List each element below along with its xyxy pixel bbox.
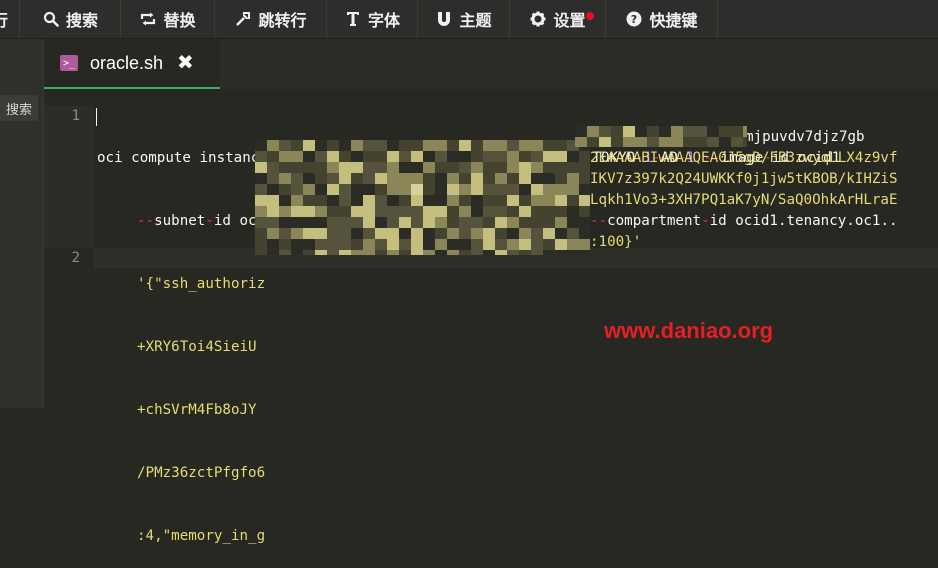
tab-oracle-sh[interactable]: >_ oracle.sh ✖ bbox=[44, 39, 220, 89]
code-line-wrap-5: /PMz36zctPfgfo6 bbox=[137, 465, 266, 481]
tab-bar: >_ oracle.sh ✖ bbox=[44, 39, 938, 89]
settings-label-wrap: 设置 bbox=[553, 7, 594, 31]
sidebar-search-tab[interactable]: 搜索 bbox=[0, 95, 38, 121]
code-line-wrap-3: +XRY6Toi4SieiU bbox=[137, 339, 257, 355]
search-button-label: 搜索 bbox=[65, 11, 98, 30]
line-number-2: 2 bbox=[71, 250, 80, 266]
font-button-label: 字体 bbox=[367, 11, 400, 30]
code-fragment-r5: --compartment-id ocid1.tenancy.oc1.. bbox=[590, 213, 898, 229]
line-number-1: 1 bbox=[71, 108, 80, 124]
sidebar-search-label: 搜索 bbox=[5, 102, 32, 118]
toolbar-item-partial[interactable]: 行 bbox=[0, 0, 20, 38]
toolbar: 行 搜索 替换 跳转行 字体 主题 设置 ? 快捷键 bbox=[0, 0, 938, 39]
code-fragment-r1: mjpuvdv7djz7gb bbox=[745, 129, 865, 145]
notification-dot bbox=[585, 12, 594, 20]
theme-button[interactable]: 主题 bbox=[418, 0, 510, 38]
gutter-highlight bbox=[44, 106, 94, 248]
code-fragment-r4: Lqkh1Vo3+3XH7PQ1aK7yN/SaQ0OhkArHLraE bbox=[590, 192, 898, 208]
redaction-mosaic-top bbox=[575, 126, 747, 147]
code-line-wrap-2: '{"ssh_authoriz bbox=[137, 276, 266, 292]
code-fragment-r3: IKV7z397k2Q24UWKKf0j1jw5tKBOB/kIHZiS bbox=[590, 171, 898, 187]
code-fragment-r2: 2EAAAABIwAAAQEA0J5gD/FB3zwyqLLX4z9vf bbox=[590, 150, 898, 166]
tab-filename: oracle.sh bbox=[90, 52, 164, 73]
search-button[interactable]: 搜索 bbox=[20, 0, 121, 38]
watermark: www.daniao.org bbox=[604, 318, 774, 343]
terminal-file-icon: >_ bbox=[60, 55, 78, 71]
replace-icon bbox=[139, 10, 157, 28]
svg-text:?: ? bbox=[631, 13, 637, 26]
replace-button-label: 替换 bbox=[163, 11, 196, 30]
font-icon bbox=[344, 10, 362, 28]
replace-button[interactable]: 替换 bbox=[121, 0, 215, 38]
jump-icon bbox=[234, 10, 252, 28]
search-icon bbox=[42, 10, 60, 28]
code-line-wrap-4: +chSVrM4Fb8oJY bbox=[137, 402, 257, 418]
shortcuts-button-label: 快捷键 bbox=[649, 11, 698, 30]
code-fragment-r6: :100}' bbox=[590, 234, 642, 250]
shortcuts-button[interactable]: ? 快捷键 bbox=[606, 0, 718, 38]
text-caret bbox=[96, 108, 97, 126]
settings-button[interactable]: 设置 bbox=[510, 0, 606, 38]
toolbar-partial-label: 行 bbox=[0, 11, 9, 30]
code-line-wrap-6: :4,"memory_in_g bbox=[137, 528, 266, 544]
jump-line-button[interactable]: 跳转行 bbox=[215, 0, 327, 38]
theme-button-label: 主题 bbox=[459, 11, 492, 30]
redaction-mosaic bbox=[255, 140, 590, 255]
gear-icon bbox=[529, 10, 547, 28]
help-icon: ? bbox=[625, 10, 643, 28]
close-icon[interactable]: ✖ bbox=[177, 53, 194, 73]
jump-line-button-label: 跳转行 bbox=[258, 11, 307, 30]
settings-button-label: 设置 bbox=[553, 11, 586, 30]
font-button[interactable]: 字体 bbox=[327, 0, 418, 38]
theme-icon bbox=[435, 10, 453, 28]
left-sidebar: 搜索 bbox=[0, 39, 44, 408]
